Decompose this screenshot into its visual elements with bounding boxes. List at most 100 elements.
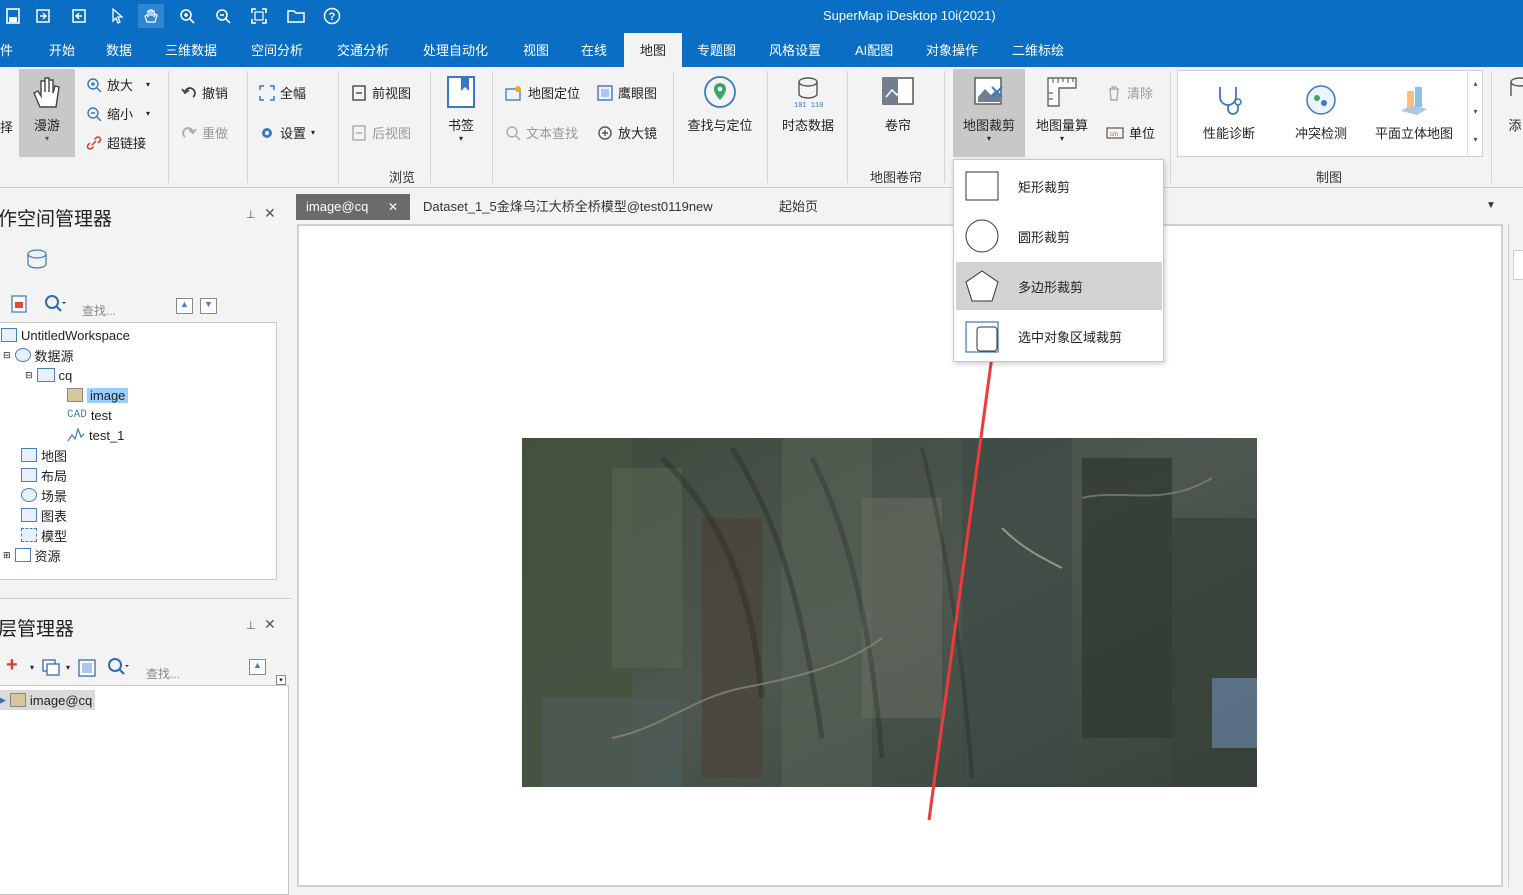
menu-item-selected-region-clip[interactable]: 选中对象区域裁剪 xyxy=(956,312,1162,360)
magnifier-button[interactable]: 放大镜 xyxy=(597,123,657,142)
tree-node-charts[interactable]: 图表 xyxy=(21,505,67,525)
eagle-eye-button[interactable]: 鹰眼图 xyxy=(597,83,657,102)
menu-start[interactable]: 开始 xyxy=(47,33,77,67)
layer-search-input[interactable]: 查找... xyxy=(146,665,180,682)
hyperlink-button[interactable]: 超链接 xyxy=(86,133,146,152)
zoom-in-button[interactable]: 放大 ▾ xyxy=(86,75,150,94)
menu-item-rect-clip[interactable]: 矩形裁剪 xyxy=(956,162,1162,210)
export-icon[interactable] xyxy=(66,4,92,28)
close-icon[interactable]: ✕ xyxy=(388,194,398,220)
pin-icon[interactable]: ⊥ xyxy=(246,208,256,221)
menu-file[interactable]: 件 xyxy=(0,33,15,67)
menu-3d-data[interactable]: 三维数据 xyxy=(163,33,219,67)
gallery-scroll[interactable]: ▴ ▾ ▾ xyxy=(1467,70,1483,157)
search-icon[interactable] xyxy=(44,294,66,317)
move-up-button[interactable]: ▲ xyxy=(176,298,193,314)
menu-data[interactable]: 数据 xyxy=(104,33,134,67)
layer-item-image-cq[interactable]: ▶ image@cq xyxy=(0,690,96,710)
layer-group-icon[interactable] xyxy=(42,659,62,680)
menu-view[interactable]: 视图 xyxy=(521,33,551,67)
full-extent-button[interactable]: 全幅 xyxy=(259,83,306,102)
map-measure-button[interactable]: 地图量算 ▾ xyxy=(1032,75,1092,143)
menu-automation[interactable]: 处理自动化 xyxy=(421,33,490,67)
select-pointer-icon[interactable] xyxy=(104,4,130,28)
collapse-icon[interactable]: ⊟ xyxy=(3,350,11,361)
menu-thematic[interactable]: 专题图 xyxy=(695,33,738,67)
tab-image-cq[interactable]: image@cq ✕ xyxy=(296,194,410,220)
unit-button[interactable]: cm 单位 xyxy=(1106,123,1155,142)
workspace-search-input[interactable]: 查找... xyxy=(82,302,116,319)
plane-3d-map-button[interactable]: 平面立体地图 xyxy=(1369,83,1459,142)
zoom-out-icon[interactable] xyxy=(210,4,236,28)
menu-style[interactable]: 风格设置 xyxy=(767,33,823,67)
tree-node-maps[interactable]: 地图 xyxy=(21,445,67,465)
menu-spatial-analysis[interactable]: 空间分析 xyxy=(249,33,305,67)
add-layer-icon[interactable]: + xyxy=(6,654,18,677)
dock-tab[interactable] xyxy=(1513,250,1523,280)
tree-node-cq[interactable]: ⊟ cq xyxy=(25,365,72,385)
menu-plotting[interactable]: 二维标绘 xyxy=(1010,33,1066,67)
zoom-in-icon[interactable] xyxy=(174,4,200,28)
find-locate-button[interactable]: 查找与定位 xyxy=(683,75,757,134)
roam-button[interactable]: 漫游 ▾ xyxy=(19,69,75,157)
tree-node-datasources[interactable]: ⊟ 数据源 xyxy=(3,345,74,365)
redo-button[interactable]: 重做 xyxy=(181,123,228,142)
temporal-data-button[interactable]: 101 110 时态数据 xyxy=(778,75,838,134)
tree-node-image[interactable]: image xyxy=(67,385,129,405)
text-find-button[interactable]: 文本查找 xyxy=(505,123,578,142)
save-icon[interactable] xyxy=(0,4,26,28)
next-view-button[interactable]: 后视图 xyxy=(351,123,411,142)
import-icon[interactable] xyxy=(30,4,56,28)
zoom-out-button[interactable]: 缩小 ▾ xyxy=(86,104,150,123)
scroll-down-button[interactable]: ▾ xyxy=(276,675,286,685)
tree-node-test-1[interactable]: test_1 xyxy=(67,425,124,445)
tree-node-workspace[interactable]: UntitledWorkspace xyxy=(1,325,130,345)
settings-button[interactable]: 设置 ▾ xyxy=(259,123,315,142)
collapse-icon[interactable]: ⊟ xyxy=(25,370,33,381)
clear-button[interactable]: 清除 xyxy=(1106,83,1153,102)
map-clip-button[interactable]: 地图裁剪 ▾ xyxy=(953,69,1025,157)
tree-node-resources[interactable]: ⊞ 资源 xyxy=(3,545,61,565)
tab-dataset-model[interactable]: Dataset_1_5金烽乌江大桥全桥模型@test0119new xyxy=(413,194,723,220)
move-down-button[interactable]: ▼ xyxy=(200,298,217,314)
layer-props-icon[interactable] xyxy=(78,659,96,680)
pin-icon[interactable]: ⊥ xyxy=(246,619,256,632)
menu-item-polygon-clip[interactable]: 多边形裁剪 xyxy=(956,262,1162,310)
tree-node-scenes[interactable]: 场景 xyxy=(21,485,67,505)
perf-diagnosis-button[interactable]: 性能诊断 xyxy=(1195,83,1263,142)
datasource-toolbar-icon[interactable] xyxy=(22,248,48,273)
tab-list-dropdown[interactable]: ▼ xyxy=(1486,200,1496,211)
swipe-button[interactable]: 卷帘 xyxy=(874,75,922,134)
full-extent-icon[interactable] xyxy=(246,4,272,28)
menu-item-circle-clip[interactable]: 圆形裁剪 xyxy=(956,212,1162,260)
conflict-check-button[interactable]: 冲突检测 xyxy=(1287,83,1355,142)
add-button-partial[interactable]: 添 xyxy=(1500,75,1523,134)
chevron-down-icon[interactable]: ▾ xyxy=(66,663,70,672)
menu-map[interactable]: 地图 xyxy=(624,33,682,67)
menu-object-ops[interactable]: 对象操作 xyxy=(924,33,980,67)
menu-ai-mapping[interactable]: AI配图 xyxy=(853,33,895,67)
search-icon[interactable] xyxy=(107,657,129,680)
menu-online[interactable]: 在线 xyxy=(579,33,609,67)
expand-icon[interactable]: ⊞ xyxy=(3,550,11,561)
move-up-button[interactable]: ▲ xyxy=(249,659,266,675)
pan-hand-icon[interactable] xyxy=(138,4,164,28)
prev-view-button[interactable]: 前视图 xyxy=(351,83,411,102)
tree-node-models[interactable]: 模型 xyxy=(21,525,67,545)
close-icon[interactable]: ✕ xyxy=(264,616,276,633)
expand-icon[interactable]: ▶ xyxy=(0,695,6,706)
open-folder-icon[interactable] xyxy=(283,4,309,28)
close-icon[interactable]: ✕ xyxy=(264,205,276,222)
tree-node-layouts[interactable]: 布局 xyxy=(21,465,67,485)
open-file-icon[interactable] xyxy=(10,294,30,317)
map-window[interactable] xyxy=(297,224,1503,887)
bookmark-button[interactable]: 书签 ▾ xyxy=(440,75,482,143)
menu-transport-analysis[interactable]: 交通分析 xyxy=(335,33,391,67)
chevron-down-icon[interactable]: ▾ xyxy=(30,663,34,672)
help-icon[interactable]: ? xyxy=(319,4,345,28)
tab-start-page[interactable]: 起始页 xyxy=(769,194,828,220)
map-locate-button[interactable]: 地图定位 xyxy=(505,83,580,102)
undo-button[interactable]: 撤销 xyxy=(181,83,228,102)
satellite-image[interactable] xyxy=(522,438,1257,787)
tree-node-test[interactable]: CAD test xyxy=(67,405,112,425)
